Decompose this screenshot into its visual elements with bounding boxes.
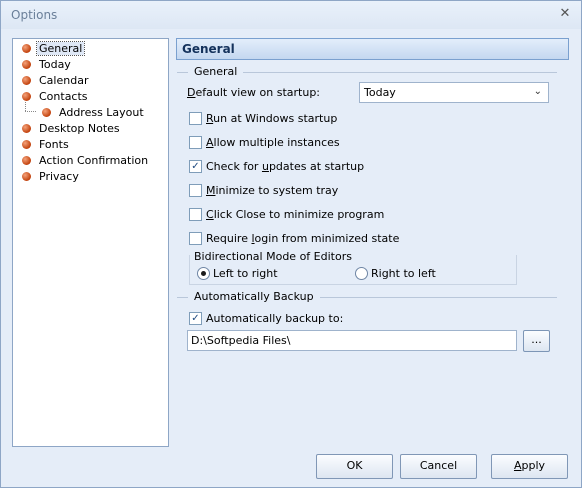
radio-button[interactable] <box>355 267 368 280</box>
tree-item-label: General <box>35 41 86 56</box>
checkbox-box[interactable] <box>189 112 202 125</box>
cancel-button[interactable]: Cancel <box>400 454 477 479</box>
checkmark-icon[interactable]: ✓ <box>189 160 202 173</box>
orange-ball-icon <box>22 124 31 133</box>
default-view-select[interactable]: Today ⌄ <box>359 82 549 103</box>
apply-button[interactable]: Apply <box>491 454 568 479</box>
radio-button[interactable] <box>197 267 210 280</box>
checkbox-box[interactable] <box>189 184 202 197</box>
tree-item-label: Today <box>39 58 71 71</box>
checkbox-box[interactable] <box>189 232 202 245</box>
tree-connector <box>25 111 36 112</box>
checkbox-box[interactable] <box>189 208 202 221</box>
tree-item-label: Privacy <box>39 170 79 183</box>
radio-label: Left to right <box>213 267 278 280</box>
checkbox-label: Check for updates at startup <box>206 160 365 173</box>
title-bar[interactable]: Options ✕ <box>1 1 581 29</box>
orange-ball-icon <box>22 92 31 101</box>
tree-item-label: Contacts <box>39 90 88 103</box>
section-header: General <box>176 38 569 60</box>
orange-ball-icon <box>22 156 31 165</box>
tree-item-desktop-notes[interactable]: Desktop Notes <box>22 122 122 136</box>
orange-ball-icon <box>22 76 31 85</box>
orange-ball-icon <box>22 44 31 53</box>
ok-button[interactable]: OK <box>316 454 393 479</box>
orange-ball-icon <box>22 172 31 181</box>
checkmark-icon[interactable]: ✓ <box>189 312 202 325</box>
backup-path-input[interactable]: D:\Softpedia Files\ <box>187 330 517 351</box>
checkbox-label: Automatically backup to: <box>206 312 344 325</box>
tree-item-label: Calendar <box>39 74 89 87</box>
bidi-group-title: Bidirectional Mode of Editors <box>194 250 352 263</box>
tree-item-contacts[interactable]: Contacts <box>22 90 90 104</box>
tree-item-fonts[interactable]: Fonts <box>22 138 71 152</box>
tree-item-address-layout[interactable]: Address Layout <box>42 106 146 120</box>
orange-ball-icon <box>22 140 31 149</box>
tree-item-today[interactable]: Today <box>22 58 73 72</box>
checkbox-label: Require login from minimized state <box>206 232 400 245</box>
tree-item-label: Desktop Notes <box>39 122 120 135</box>
orange-ball-icon <box>42 108 51 117</box>
tree-item-label: Action Confirmation <box>39 154 149 167</box>
default-view-label: Default view on startup: <box>187 86 321 99</box>
orange-ball-icon <box>22 60 31 69</box>
browse-button[interactable]: ... <box>523 330 550 352</box>
checkbox-label: Run at Windows startup <box>206 112 338 125</box>
tree-item-label: Fonts <box>39 138 69 151</box>
checkbox-label: Minimize to system tray <box>206 184 339 197</box>
tree-item-privacy[interactable]: Privacy <box>22 170 81 184</box>
close-icon[interactable]: ✕ <box>557 6 573 22</box>
checkbox-box[interactable] <box>189 136 202 149</box>
tree-connector <box>25 102 26 111</box>
group-title-general: General <box>188 65 244 79</box>
tree-item-action-confirmation[interactable]: Action Confirmation <box>22 154 150 168</box>
radio-label: Right to left <box>371 267 436 280</box>
tree-item-label: Address Layout <box>59 106 144 119</box>
checkbox-label: Click Close to minimize program <box>206 208 385 221</box>
tree-item-calendar[interactable]: Calendar <box>22 74 90 88</box>
group-title-backup: Automatically Backup <box>188 290 320 304</box>
default-view-value: Today <box>364 86 396 99</box>
options-window: Options ✕ General Today Calendar Contact… <box>0 0 582 488</box>
tree-item-general[interactable]: General <box>22 41 86 56</box>
options-tree[interactable]: General Today Calendar Contacts Address … <box>12 38 169 447</box>
checkbox-label: Allow multiple instances <box>206 136 340 149</box>
window-title: Options <box>11 8 58 22</box>
chevron-down-icon[interactable]: ⌄ <box>534 86 542 97</box>
